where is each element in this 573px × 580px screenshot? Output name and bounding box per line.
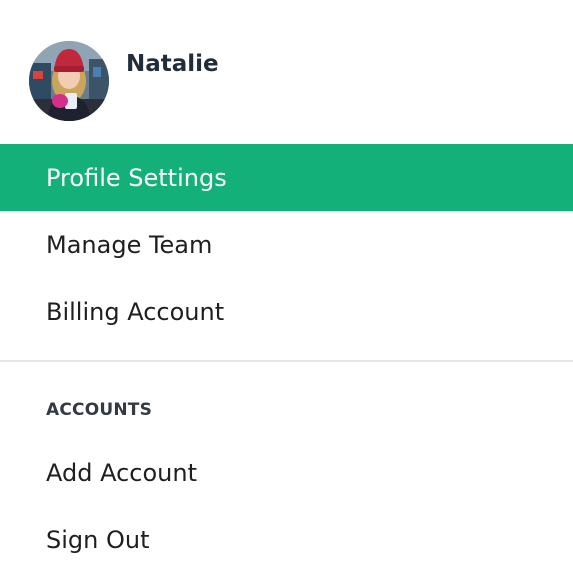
menu-item-label: Billing Account [46, 297, 225, 326]
user-photo-avatar-icon [29, 41, 109, 121]
menu-item-label: Manage Team [46, 230, 213, 259]
accounts-section-heading: ACCOUNTS [46, 400, 153, 420]
menu-item-billing-account[interactable]: Billing Account [0, 278, 573, 345]
menu-item-sign-out[interactable]: Sign Out [0, 506, 573, 573]
menu-item-label: Add Account [46, 458, 197, 487]
menu-divider [0, 360, 573, 362]
menu-item-label: Sign Out [46, 525, 150, 554]
menu-item-label: Profile Settings [46, 163, 227, 192]
user-dropdown-menu: Natalie Profile Settings Manage Team Bil… [0, 0, 573, 580]
avatar[interactable] [29, 41, 109, 121]
menu-item-profile-settings[interactable]: Profile Settings [0, 144, 573, 211]
user-header: Natalie [0, 0, 573, 144]
user-name: Natalie [126, 51, 219, 77]
menu-item-add-account[interactable]: Add Account [0, 439, 573, 506]
menu-item-manage-team[interactable]: Manage Team [0, 211, 573, 278]
